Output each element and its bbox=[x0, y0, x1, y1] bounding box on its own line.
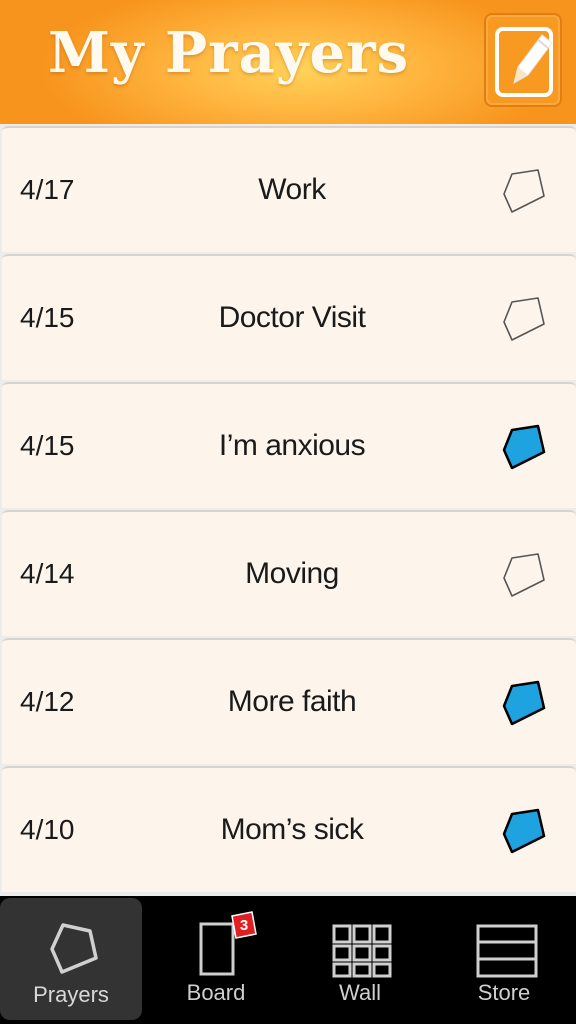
badge-count: 3 bbox=[240, 917, 248, 934]
prayer-row[interactable]: 4/14 Moving bbox=[2, 510, 576, 636]
prayer-check-icon[interactable] bbox=[498, 166, 550, 218]
tab-label: Store bbox=[477, 980, 531, 1005]
tab-label: Prayers bbox=[33, 982, 109, 1007]
notification-badge: 3 bbox=[231, 911, 257, 939]
prayer-title: Work bbox=[258, 173, 326, 206]
prayer-check-icon[interactable] bbox=[498, 422, 550, 474]
tab-label: Wall bbox=[339, 980, 381, 1005]
page-title: My Prayers bbox=[48, 20, 410, 86]
prayer-date: 4/14 bbox=[20, 558, 75, 589]
tab-bar: Prayers Board Wall Store bbox=[0, 896, 576, 1024]
prayer-check-icon[interactable] bbox=[498, 294, 550, 346]
compose-button[interactable] bbox=[484, 13, 562, 107]
tab-store[interactable]: Store bbox=[432, 896, 576, 1024]
tab-label: Board bbox=[186, 980, 246, 1005]
prayer-card-icon bbox=[50, 923, 98, 974]
tab-prayers[interactable]: Prayers bbox=[0, 898, 142, 1020]
prayer-date: 4/15 bbox=[20, 302, 75, 333]
prayer-row[interactable]: 4/17 Work bbox=[2, 126, 576, 252]
prayer-row[interactable]: 4/12 More faith bbox=[2, 638, 576, 764]
prayer-date: 4/12 bbox=[20, 686, 75, 717]
check-filled-shape bbox=[502, 424, 546, 470]
prayer-title: I’m anxious bbox=[218, 429, 366, 462]
tab-board[interactable]: Board bbox=[144, 896, 288, 1024]
grid-icon bbox=[332, 924, 392, 978]
check-empty-shape bbox=[503, 297, 545, 341]
board-icon bbox=[199, 922, 235, 976]
prayer-title: Moving bbox=[245, 557, 339, 590]
prayer-row[interactable]: 4/10 Mom’s sick bbox=[2, 766, 576, 892]
prayer-title: Doctor Visit bbox=[218, 301, 366, 334]
prayer-check-icon[interactable] bbox=[498, 550, 550, 602]
prayer-title: Mom’s sick bbox=[220, 813, 364, 846]
check-empty-shape bbox=[503, 169, 545, 213]
prayer-row[interactable]: 4/15 I’m anxious bbox=[2, 382, 576, 508]
tab-wall[interactable]: Wall bbox=[288, 896, 432, 1024]
check-filled-shape bbox=[502, 808, 546, 854]
prayer-title: More faith bbox=[227, 685, 357, 718]
app-header: My Prayers bbox=[0, 0, 576, 124]
check-empty-shape bbox=[503, 553, 545, 597]
prayer-row[interactable]: 4/15 Doctor Visit bbox=[2, 254, 576, 380]
prayer-date: 4/15 bbox=[20, 430, 75, 461]
prayer-date: 4/17 bbox=[20, 174, 75, 205]
check-filled-shape bbox=[502, 680, 546, 726]
prayer-check-icon[interactable] bbox=[498, 678, 550, 730]
prayer-check-icon[interactable] bbox=[498, 806, 550, 858]
edit-icon bbox=[495, 27, 553, 97]
prayer-list[interactable]: 4/17 Work 4/15 Doctor Visit 4/15 I’m anx… bbox=[0, 124, 576, 896]
prayer-date: 4/10 bbox=[20, 814, 75, 845]
store-icon bbox=[476, 924, 538, 978]
